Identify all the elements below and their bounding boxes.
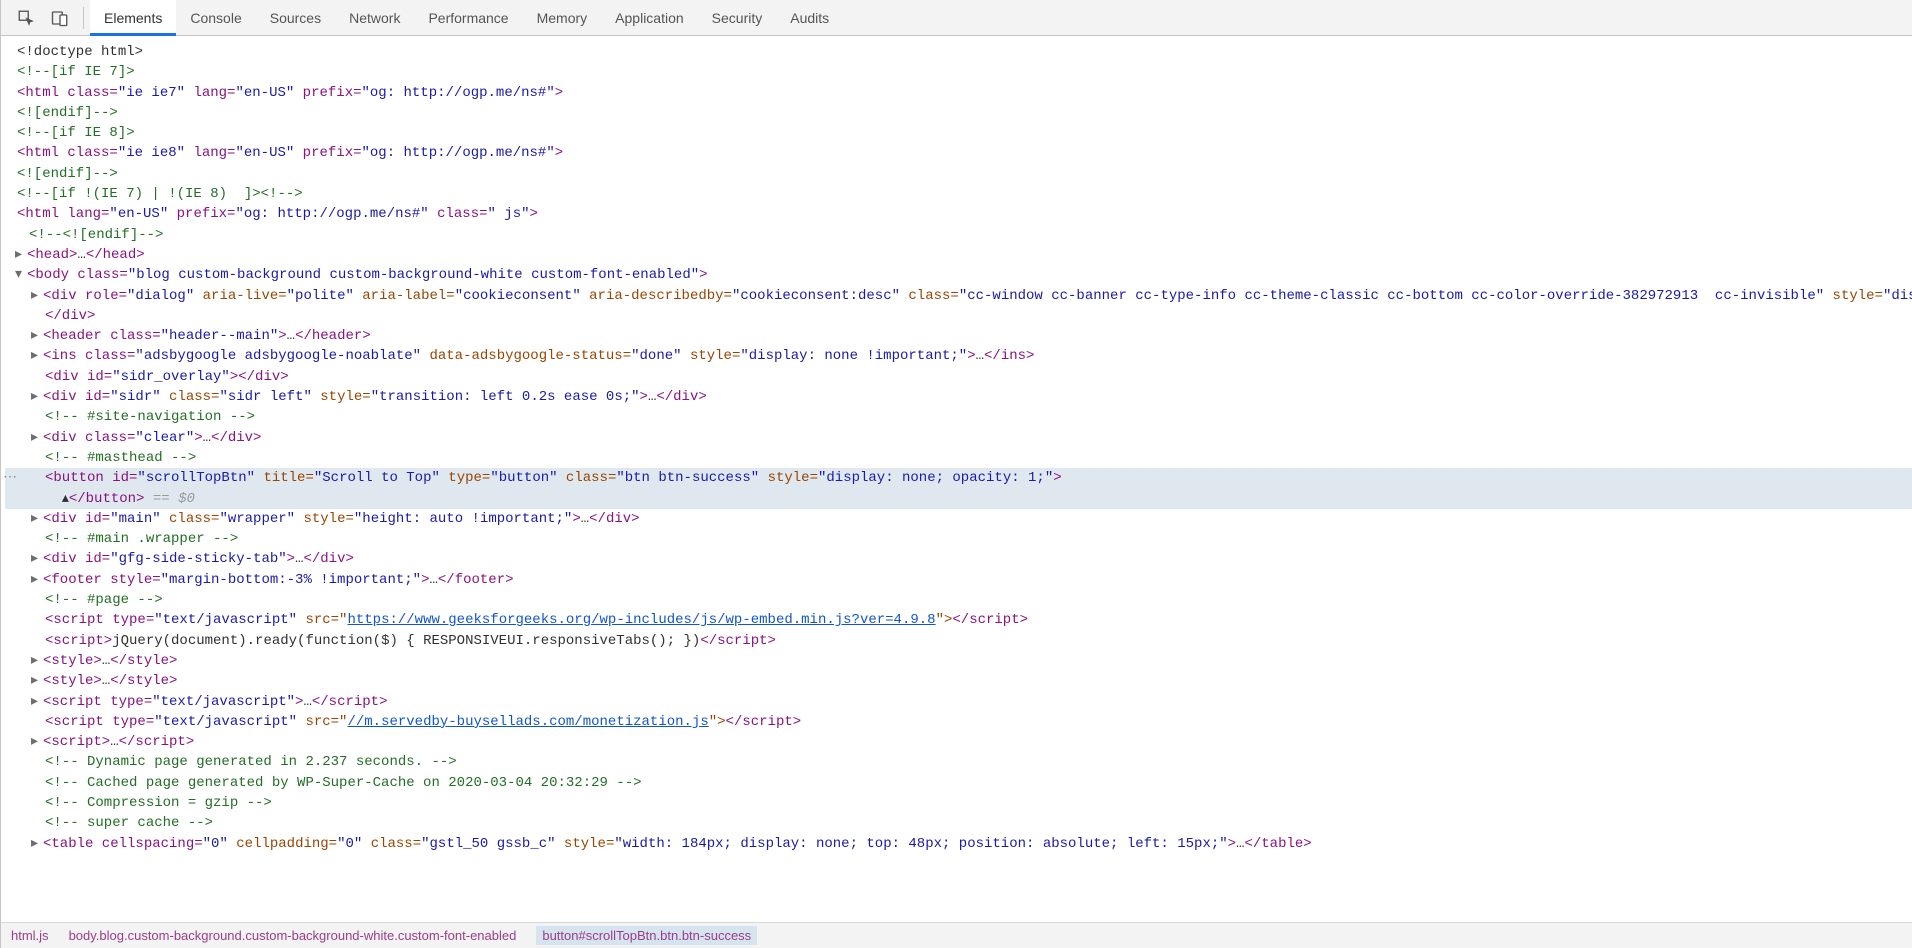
devtools: Elements Console Sources Network Perform… (0, 0, 1912, 948)
devtools-tabbar: Elements Console Sources Network Perform… (1, 0, 1912, 36)
bc-item[interactable]: body.blog.custom-background.custom-backg… (69, 928, 517, 943)
tab-performance[interactable]: Performance (414, 0, 522, 36)
tab-memory[interactable]: Memory (523, 0, 602, 36)
tab-network[interactable]: Network (335, 0, 414, 36)
tab-security[interactable]: Security (698, 0, 777, 36)
tab-audits[interactable]: Audits (776, 0, 843, 36)
device-toggle-icon[interactable] (49, 7, 71, 29)
bc-item[interactable]: button#scrollTopBtn.btn.btn-success (536, 926, 757, 945)
tab-console[interactable]: Console (176, 0, 255, 36)
dom-tree[interactable]: <!doctype html> <!--[if IE 7]> <html cla… (1, 36, 1912, 922)
dom-breadcrumb[interactable]: html.js body.blog.custom-background.cust… (1, 922, 1912, 948)
inspect-icon[interactable] (15, 7, 37, 29)
dom-selected-node[interactable]: <button id="scrollTopBtn" title="Scroll … (5, 468, 1912, 488)
tab-elements[interactable]: Elements (90, 0, 176, 36)
tab-sources[interactable]: Sources (256, 0, 335, 36)
bc-item[interactable]: html.js (11, 928, 49, 943)
tab-application[interactable]: Application (601, 0, 698, 36)
